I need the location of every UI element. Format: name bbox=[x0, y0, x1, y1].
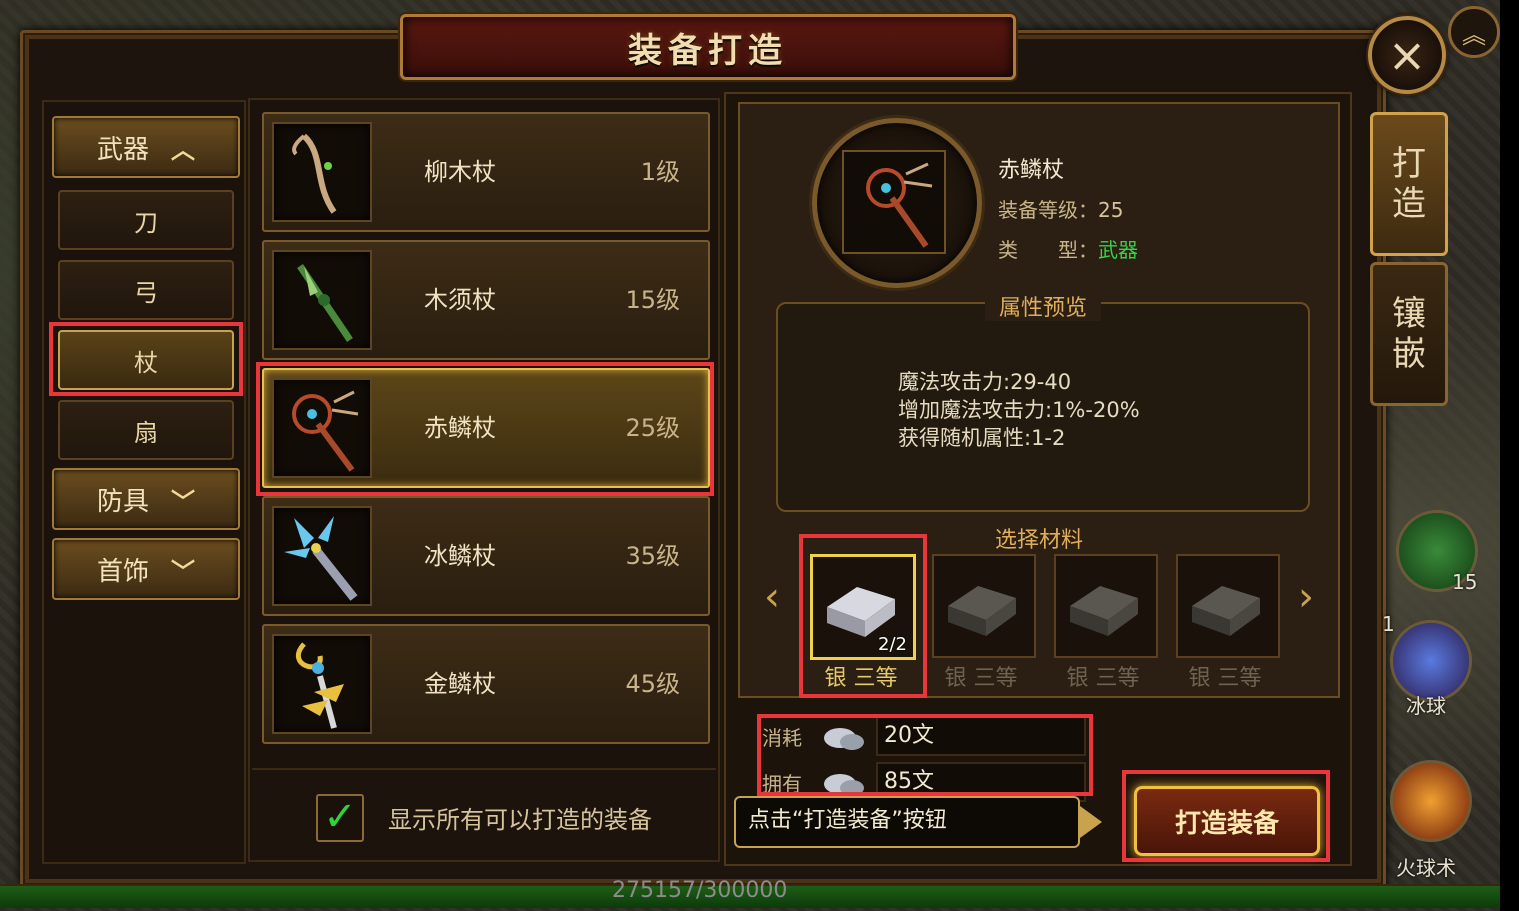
materials-title: 选择材料 bbox=[994, 528, 1083, 553]
tab-forge[interactable]: 打造 bbox=[1370, 112, 1448, 256]
silver-ingot-icon bbox=[1070, 586, 1138, 636]
silver-ingot-icon bbox=[948, 586, 1016, 636]
category-armor[interactable]: 防具 ﹀ bbox=[52, 468, 240, 530]
cost-value: 20文 bbox=[876, 716, 1086, 756]
category-weapon-label: 武器 bbox=[96, 134, 149, 165]
item-list: 柳木杖 1级 木须杖 15级 赤鳞杖 25级 冰鳞杖 35级 金鳞杖 45级 ✓… bbox=[248, 98, 720, 862]
staff-icon bbox=[272, 506, 372, 606]
forge-button[interactable]: 打造装备 bbox=[1134, 786, 1320, 856]
show-all-label: 显示所有可以打造的装备 bbox=[388, 806, 652, 834]
silver-coin-icon bbox=[824, 774, 864, 796]
list-footer: ✓ 显示所有可以打造的装备 bbox=[252, 768, 716, 860]
subcategory-fan[interactable]: 扇 bbox=[58, 400, 234, 460]
material-label: 银 三等 bbox=[824, 666, 898, 691]
material-label: 银 三等 bbox=[1188, 666, 1262, 691]
list-item[interactable]: 木须杖 15级 bbox=[262, 240, 710, 360]
attribute-line: 获得随机属性:1-2 bbox=[898, 426, 1066, 450]
material-slot[interactable] bbox=[932, 554, 1036, 658]
show-all-checkbox[interactable]: ✓ bbox=[316, 794, 364, 842]
material-label: 银 三等 bbox=[1066, 666, 1140, 691]
staff-icon bbox=[842, 150, 946, 254]
close-button[interactable]: × bbox=[1368, 16, 1446, 94]
material-slot[interactable]: 2/2 bbox=[810, 554, 916, 660]
attribute-line: 魔法攻击力:29-40 bbox=[898, 370, 1072, 394]
silver-ingot-icon bbox=[1192, 586, 1260, 636]
staff-icon bbox=[272, 378, 372, 478]
attribute-line: 增加魔法攻击力:1%-20% bbox=[898, 398, 1140, 422]
cost-row: 消耗 20文 bbox=[762, 716, 1086, 756]
tutorial-hint: 点击“打造装备”按钮 bbox=[734, 796, 1102, 848]
detail-info: 赤鳞杖 装备等级：25 类 型：武器 属性预览 魔法攻击力:29-40 增加魔法… bbox=[738, 102, 1340, 698]
exp-text: 275157/300000 bbox=[612, 878, 788, 903]
fireball-icon[interactable] bbox=[1390, 760, 1472, 842]
subcategory-blade[interactable]: 刀 bbox=[58, 190, 234, 250]
chevron-down-icon: ﹀ bbox=[171, 487, 195, 516]
material-label: 银 三等 bbox=[944, 666, 1018, 691]
list-item[interactable]: 金鳞杖 45级 bbox=[262, 624, 710, 744]
arrow-right-icon bbox=[1080, 806, 1102, 838]
item-name: 赤鳞杖 bbox=[998, 158, 1065, 183]
close-icon: × bbox=[1387, 28, 1427, 82]
subcategory-bow[interactable]: 弓 bbox=[58, 260, 234, 320]
detail-panel: 赤鳞杖 装备等级：25 类 型：武器 属性预览 魔法攻击力:29-40 增加魔法… bbox=[724, 92, 1352, 866]
category-weapon[interactable]: 武器 ︿ bbox=[52, 116, 240, 178]
subcategory-staff[interactable]: 杖 bbox=[58, 330, 234, 390]
chevron-left-icon[interactable]: ‹ bbox=[764, 574, 780, 620]
silver-coin-icon bbox=[824, 728, 864, 750]
chevron-down-icon: ﹀ bbox=[171, 557, 195, 586]
material-slot[interactable] bbox=[1054, 554, 1158, 658]
staff-icon bbox=[272, 250, 372, 350]
list-item[interactable]: 赤鳞杖 25级 bbox=[262, 368, 710, 488]
list-item[interactable]: 冰鳞杖 35级 bbox=[262, 496, 710, 616]
window-title-bar: 装备打造 bbox=[400, 14, 1016, 80]
attribute-preview: 属性预览 魔法攻击力:29-40 增加魔法攻击力:1%-20% 获得随机属性:1… bbox=[776, 296, 1310, 512]
chevron-right-icon[interactable]: › bbox=[1298, 574, 1314, 620]
collapse-up-icon[interactable]: ︽ bbox=[1448, 6, 1500, 58]
list-item[interactable]: 柳木杖 1级 bbox=[262, 112, 710, 232]
tab-inlay[interactable]: 镶嵌 bbox=[1370, 262, 1448, 406]
staff-icon bbox=[272, 634, 372, 734]
material-slot[interactable] bbox=[1176, 554, 1280, 658]
preview-title: 属性预览 bbox=[984, 296, 1101, 321]
equip-type: 类 型：武器 bbox=[998, 238, 1138, 262]
category-jewelry[interactable]: 首饰 ﹀ bbox=[52, 538, 240, 600]
category-panel: 武器 ︿ 刀 弓 杖 扇 防具 ﹀ 首饰 ﹀ bbox=[42, 100, 246, 864]
staff-icon bbox=[272, 122, 372, 222]
equip-level: 装备等级：25 bbox=[998, 198, 1124, 222]
chevron-up-icon: ︿ bbox=[171, 135, 195, 164]
window-title: 装备打造 bbox=[628, 30, 788, 71]
